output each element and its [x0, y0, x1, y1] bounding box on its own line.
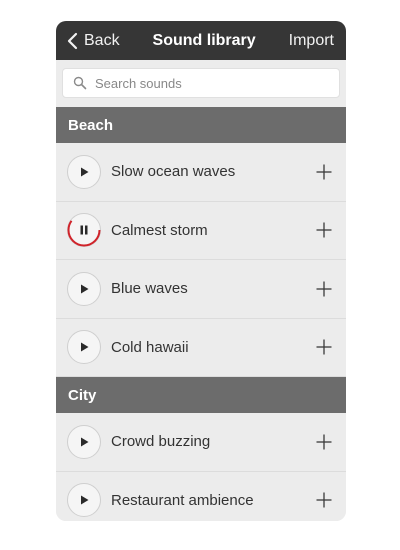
play-button[interactable]	[67, 424, 101, 459]
play-icon	[81, 342, 89, 352]
sound-title: Crowd buzzing	[111, 433, 211, 451]
search-bar	[56, 60, 346, 107]
list-item[interactable]: Restaurant ambience	[56, 471, 346, 521]
section-header: Beach	[56, 107, 346, 143]
plus-icon[interactable]	[316, 434, 332, 450]
magnifier-icon	[73, 76, 87, 90]
list-item[interactable]: Crowd buzzing	[56, 413, 346, 472]
plus-icon[interactable]	[316, 281, 332, 297]
sound-title: Cold hawaii	[111, 338, 189, 356]
page-title: Sound library	[152, 31, 256, 49]
list-item[interactable]: Slow ocean waves	[56, 143, 346, 202]
play-icon	[81, 167, 89, 177]
play-icon	[81, 437, 89, 447]
plus-icon[interactable]	[316, 339, 332, 355]
play-button[interactable]	[67, 483, 101, 518]
back-button[interactable]: Back	[66, 32, 120, 50]
list-item[interactable]: Blue waves	[56, 260, 346, 319]
play-button[interactable]	[67, 271, 101, 306]
play-button[interactable]	[67, 330, 101, 365]
chevron-left-icon	[67, 32, 78, 49]
sound-title: Blue waves	[111, 280, 188, 298]
search-input[interactable]	[95, 75, 315, 91]
plus-icon[interactable]	[316, 222, 332, 238]
back-label: Back	[84, 31, 120, 49]
pause-button[interactable]	[67, 213, 101, 248]
play-icon	[81, 284, 89, 294]
sound-library-screen: Back Sound library Import Beach Slow ocea…	[56, 21, 346, 521]
plus-icon[interactable]	[316, 164, 332, 180]
progress-ring	[67, 213, 101, 247]
navigation-bar: Back Sound library Import	[56, 21, 346, 60]
sound-title: Slow ocean waves	[111, 163, 236, 181]
list-item[interactable]: Cold hawaii	[56, 318, 346, 377]
play-button[interactable]	[67, 154, 101, 189]
section-header: City	[56, 377, 346, 413]
sound-title: Calmest storm	[111, 221, 208, 239]
sound-title: Restaurant ambience	[111, 491, 254, 509]
import-button[interactable]: Import	[289, 32, 334, 50]
sound-list: Beach Slow ocean waves Calmest storm Blue w…	[56, 107, 346, 521]
list-item[interactable]: Calmest storm	[56, 201, 346, 260]
play-icon	[81, 495, 89, 505]
search-field[interactable]	[62, 68, 340, 98]
plus-icon[interactable]	[316, 492, 332, 508]
